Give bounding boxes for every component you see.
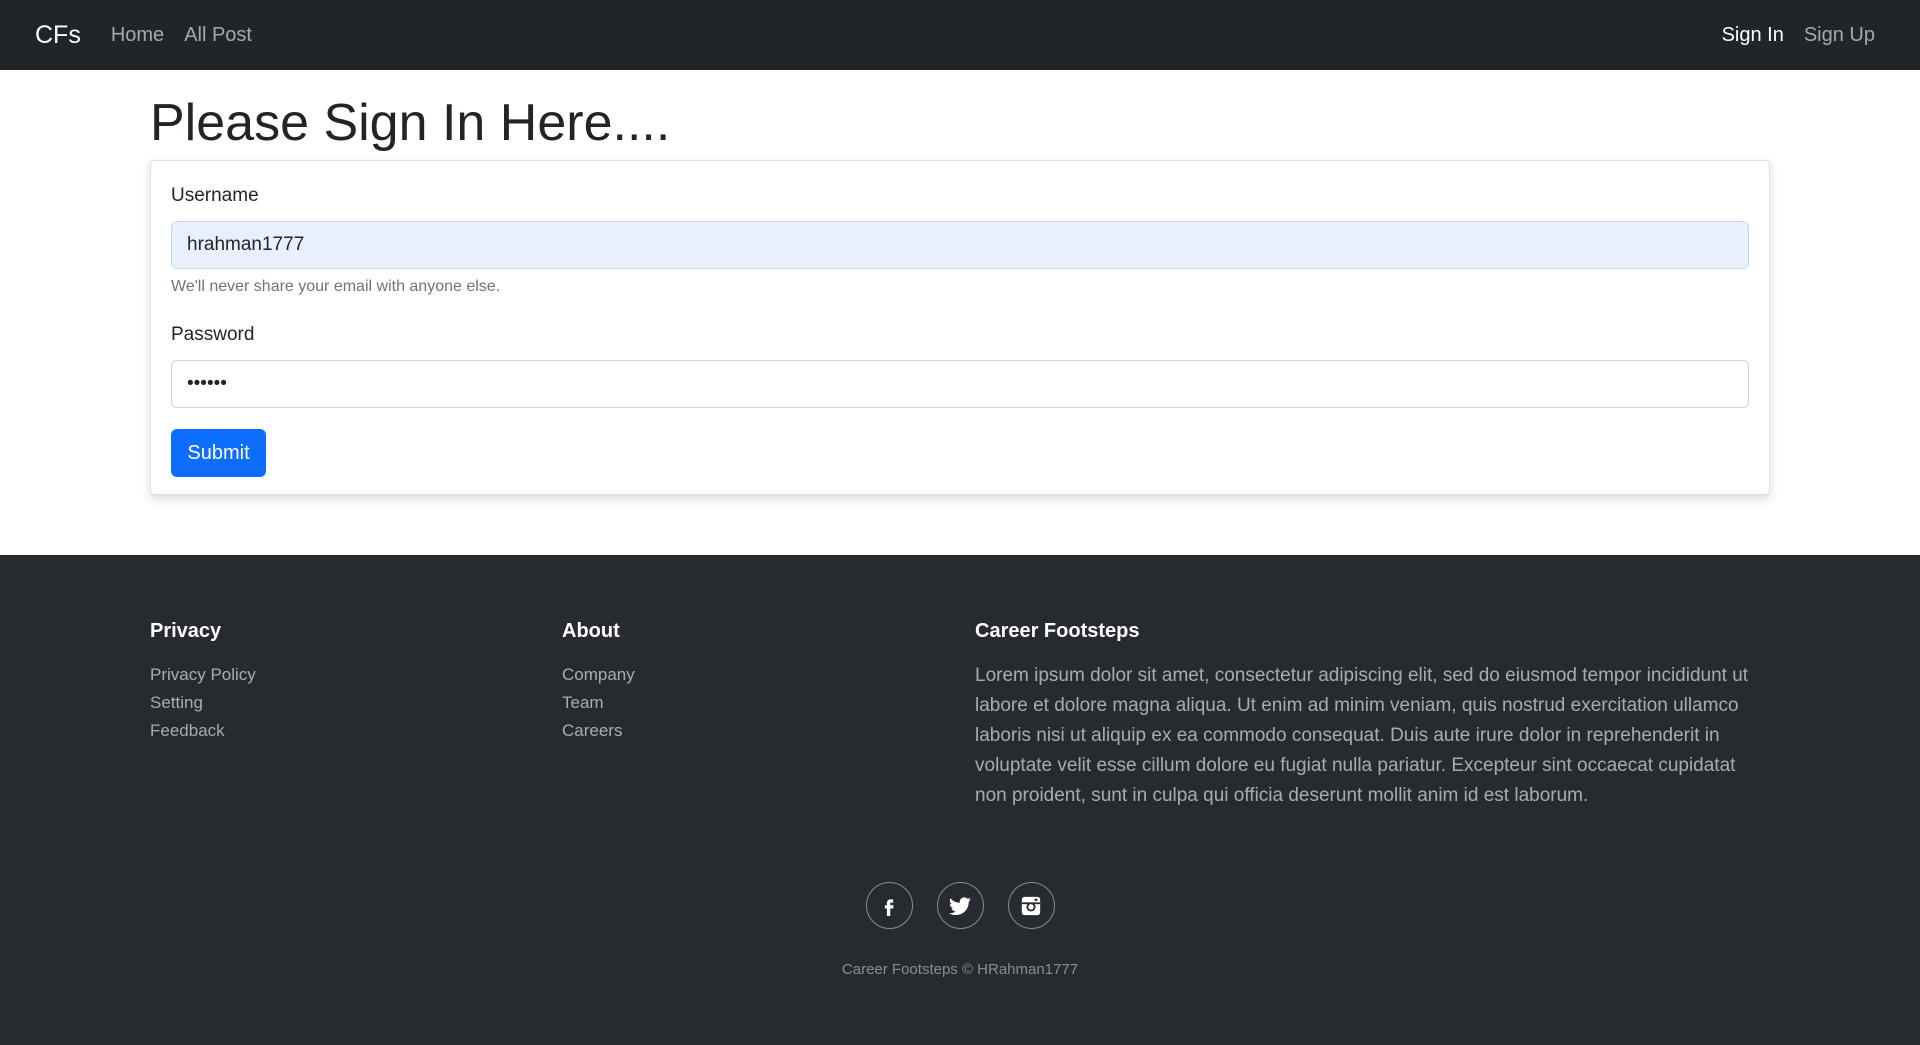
footer-link-company[interactable]: Company xyxy=(562,661,635,689)
footer-link-careers[interactable]: Careers xyxy=(562,717,635,745)
nav-links-left: Home All Post xyxy=(111,24,272,47)
nav-link-all-post[interactable]: All Post xyxy=(184,24,252,47)
instagram-icon[interactable] xyxy=(1007,882,1055,929)
password-label: Password xyxy=(171,324,255,345)
navbar: CFs Home All Post Sign In Sign Up xyxy=(0,0,1920,70)
nav-link-home[interactable]: Home xyxy=(111,24,164,47)
social-links xyxy=(0,882,1920,929)
footer-career-text: Lorem ipsum dolor sit amet, consectetur … xyxy=(975,665,1749,806)
footer-about-heading: About xyxy=(562,620,620,642)
footer-career-column: Career Footsteps Lorem ipsum dolor sit a… xyxy=(975,620,1765,811)
brand-logo[interactable]: CFs xyxy=(35,21,81,50)
footer-privacy-column: Privacy Privacy Policy Setting Feedback xyxy=(150,620,256,745)
copyright-text: Career Footsteps © HRahman1777 xyxy=(841,961,1079,978)
footer-career-heading: Career Footsteps xyxy=(975,620,1140,642)
footer-link-team[interactable]: Team xyxy=(562,689,635,717)
nav-links-right: Sign In Sign Up xyxy=(1702,24,1875,47)
footer-privacy-heading: Privacy xyxy=(150,620,222,642)
footer-link-setting[interactable]: Setting xyxy=(150,689,256,717)
submit-button[interactable]: Submit xyxy=(171,429,266,477)
nav-link-sign-in[interactable]: Sign In xyxy=(1722,24,1784,47)
footer: Privacy Privacy Policy Setting Feedback … xyxy=(0,555,1920,1045)
nav-link-sign-up[interactable]: Sign Up xyxy=(1804,24,1875,47)
username-input[interactable] xyxy=(171,221,1749,269)
username-label: Username xyxy=(171,185,259,206)
username-help-text: We'll never share your email with anyone… xyxy=(171,278,501,295)
password-input[interactable] xyxy=(171,360,1749,408)
facebook-icon[interactable] xyxy=(865,882,913,929)
twitter-icon[interactable] xyxy=(936,882,984,929)
footer-link-feedback[interactable]: Feedback xyxy=(150,717,256,745)
sign-in-form-card: Username We'll never share your email wi… xyxy=(150,160,1770,495)
footer-link-privacy-policy[interactable]: Privacy Policy xyxy=(150,661,256,689)
footer-about-column: About Company Team Careers xyxy=(562,620,635,745)
page-title: Please Sign In Here.... xyxy=(150,94,671,152)
